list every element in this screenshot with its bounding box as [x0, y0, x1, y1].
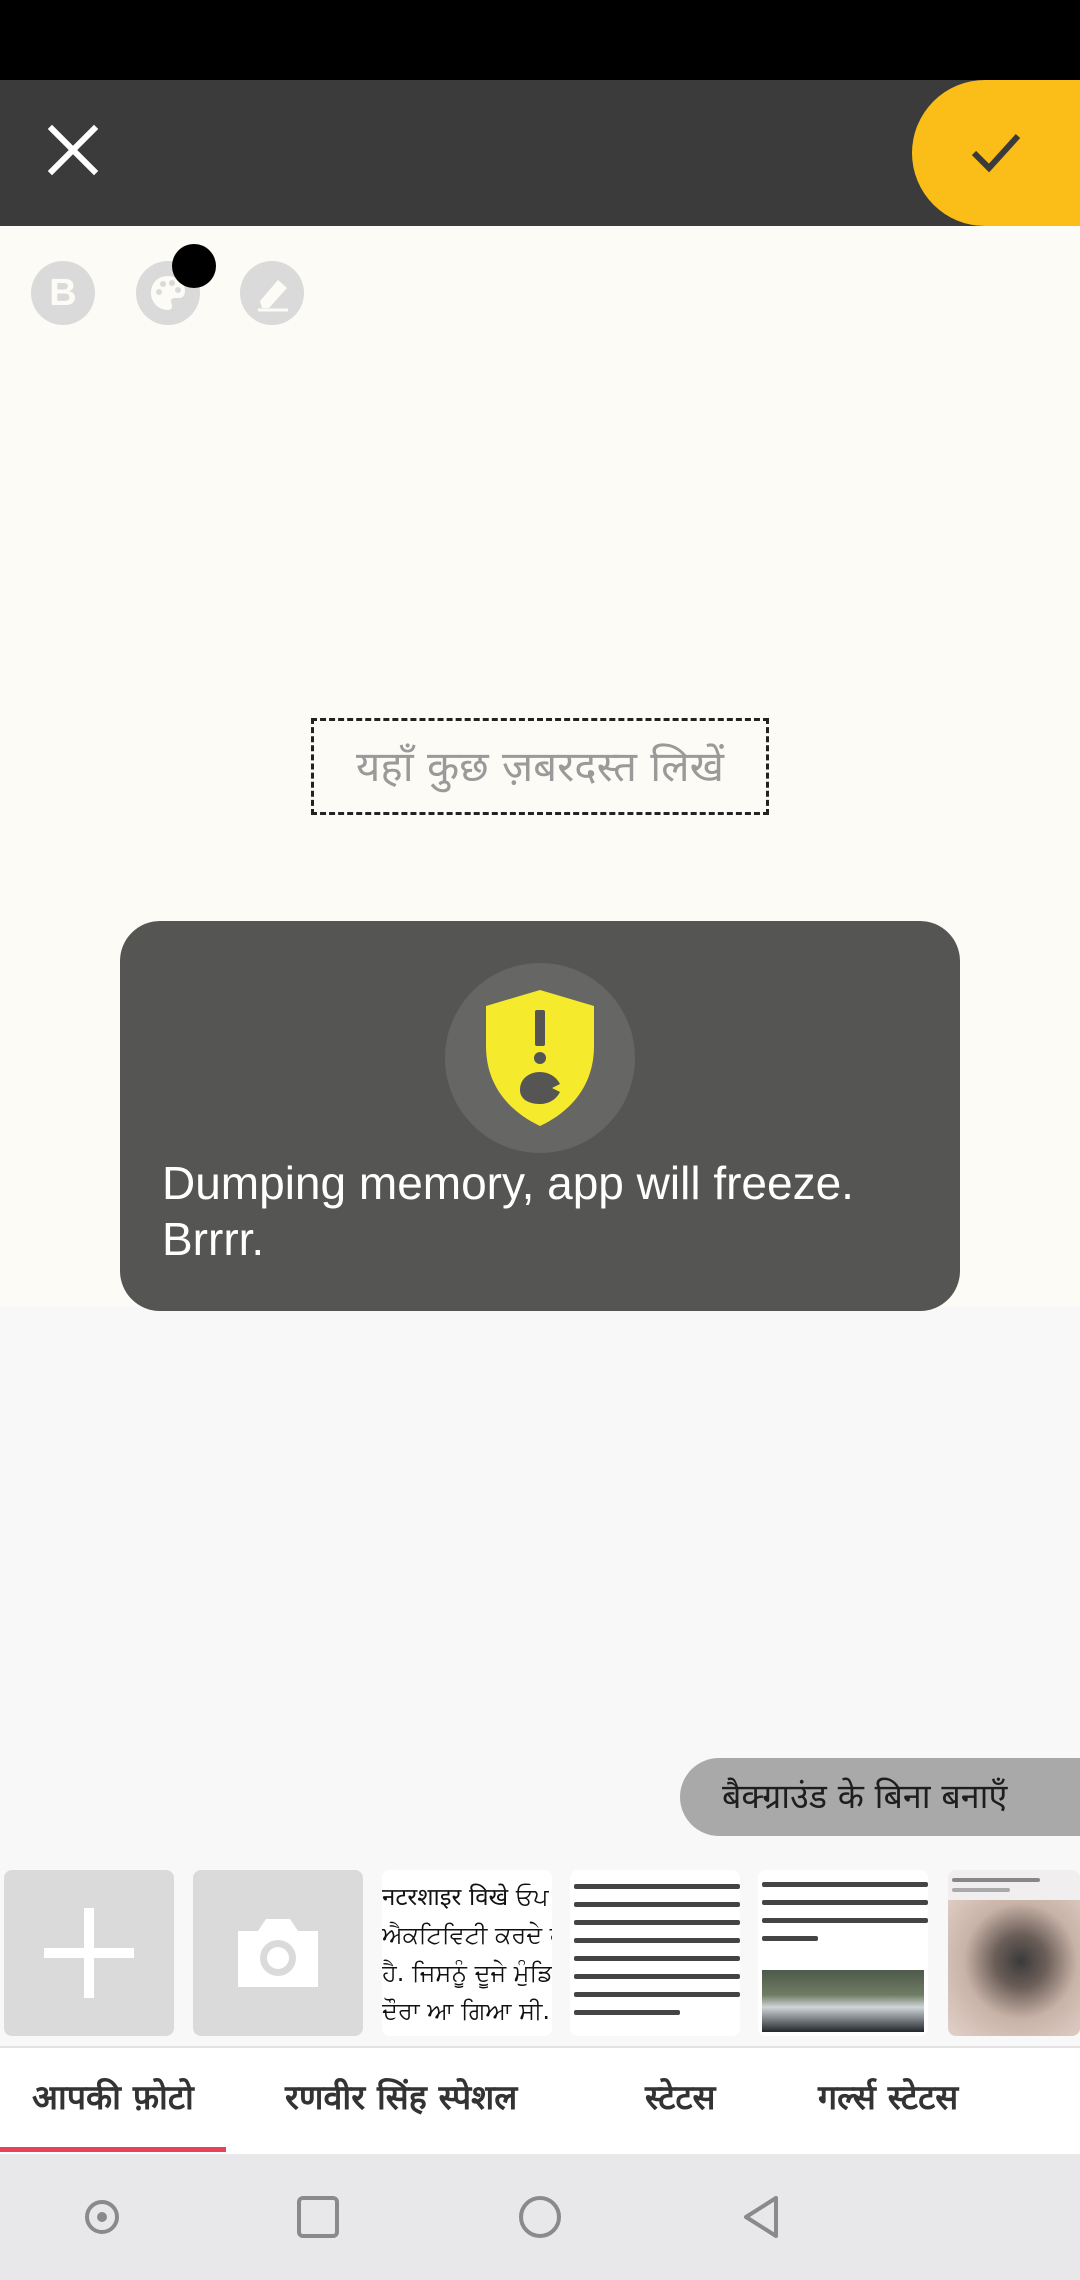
shield-icon: [486, 990, 594, 1126]
confirm-button[interactable]: [912, 80, 1080, 226]
tab-girls-status[interactable]: गर्ल्स स्टेटस: [818, 2048, 958, 2152]
home-button[interactable]: [515, 2192, 565, 2242]
selected-color-indicator: [172, 244, 216, 288]
toast-text: Dumping memory, app will freeze. Brrrr.: [162, 1157, 854, 1265]
camera-button[interactable]: [193, 1870, 363, 2036]
leak-canary-icon: [445, 963, 635, 1153]
photo-thumbnail-strip: नटरशाइर विखे ਓਪ ਐਕਟਿਵਿਟੀ ਕਰਦੇ ਹੋ ਹੈ. ਜਿਸ…: [0, 1870, 1080, 2040]
triangle-back-icon: [744, 2196, 778, 2238]
top-app-bar: [0, 80, 1080, 226]
recents-button[interactable]: [293, 2192, 343, 2242]
assistant-button[interactable]: [77, 2192, 127, 2242]
dot-circle-icon: [85, 2200, 119, 2234]
create-without-background-button[interactable]: बैक्ग्राउंड के बिना बनाएँ: [680, 1758, 1080, 1836]
tab-your-photos[interactable]: आपकी फ़ोटो: [0, 2048, 226, 2152]
category-tabs: आपकी फ़ोटो रणवीर सिंह स्पेशल स्टेटस गर्ल…: [0, 2046, 1080, 2154]
plus-icon: [44, 1908, 134, 1998]
close-button[interactable]: [38, 115, 108, 185]
thumbnail-text: ਦੌਰਾ ਆ ਗਿਆ ਸੀ.: [382, 1997, 551, 2025]
thumbnail-text: नटरशाइर विखे ਓਪ: [382, 1883, 549, 1911]
thumbnail-tattoo[interactable]: [948, 1870, 1080, 2036]
thumbnail-photo: [762, 1970, 924, 2032]
thumbnail-text: ਐਕਟਿਵਿਟੀ ਕਰਦੇ ਹੋ: [382, 1921, 552, 1949]
square-icon: [297, 2196, 339, 2238]
text-input-placeholder[interactable]: यहाँ कुछ ज़बरदस्त लिखें: [311, 718, 769, 815]
add-photo-button[interactable]: [4, 1870, 174, 2036]
back-button[interactable]: [738, 2192, 788, 2242]
thumbnail-news-3[interactable]: [758, 1870, 928, 2036]
thumbnail-news-2[interactable]: [570, 1870, 740, 2036]
close-icon: [47, 124, 99, 176]
toast-message: Dumping memory, app will freeze. Brrrr.: [120, 921, 960, 1311]
eraser-icon: [258, 280, 288, 312]
check-icon: [971, 133, 1021, 173]
thumbnail-news-1[interactable]: नटरशाइर विखे ਓਪ ਐਕਟਿਵਿਟੀ ਕਰਦੇ ਹੋ ਹੈ. ਜਿਸ…: [382, 1870, 552, 2036]
circle-icon: [519, 2196, 561, 2238]
camera-icon: [238, 1919, 318, 1987]
status-bar: [0, 0, 1080, 80]
tab-ranveer-singh-special[interactable]: रणवीर सिंह स्पेशल: [285, 2048, 517, 2152]
thumbnail-photo: [948, 1900, 1080, 2036]
bold-button[interactable]: B: [31, 261, 95, 325]
system-navigation-bar: [0, 2154, 1080, 2280]
tab-status[interactable]: स्टेटस: [645, 2048, 715, 2152]
thumbnail-text: ਹੈ. ਜਿਸਨੂੰ ਦੂਜੇ ਮੁੰਡਿਆਂ: [382, 1959, 552, 1987]
eraser-button[interactable]: [240, 261, 304, 325]
